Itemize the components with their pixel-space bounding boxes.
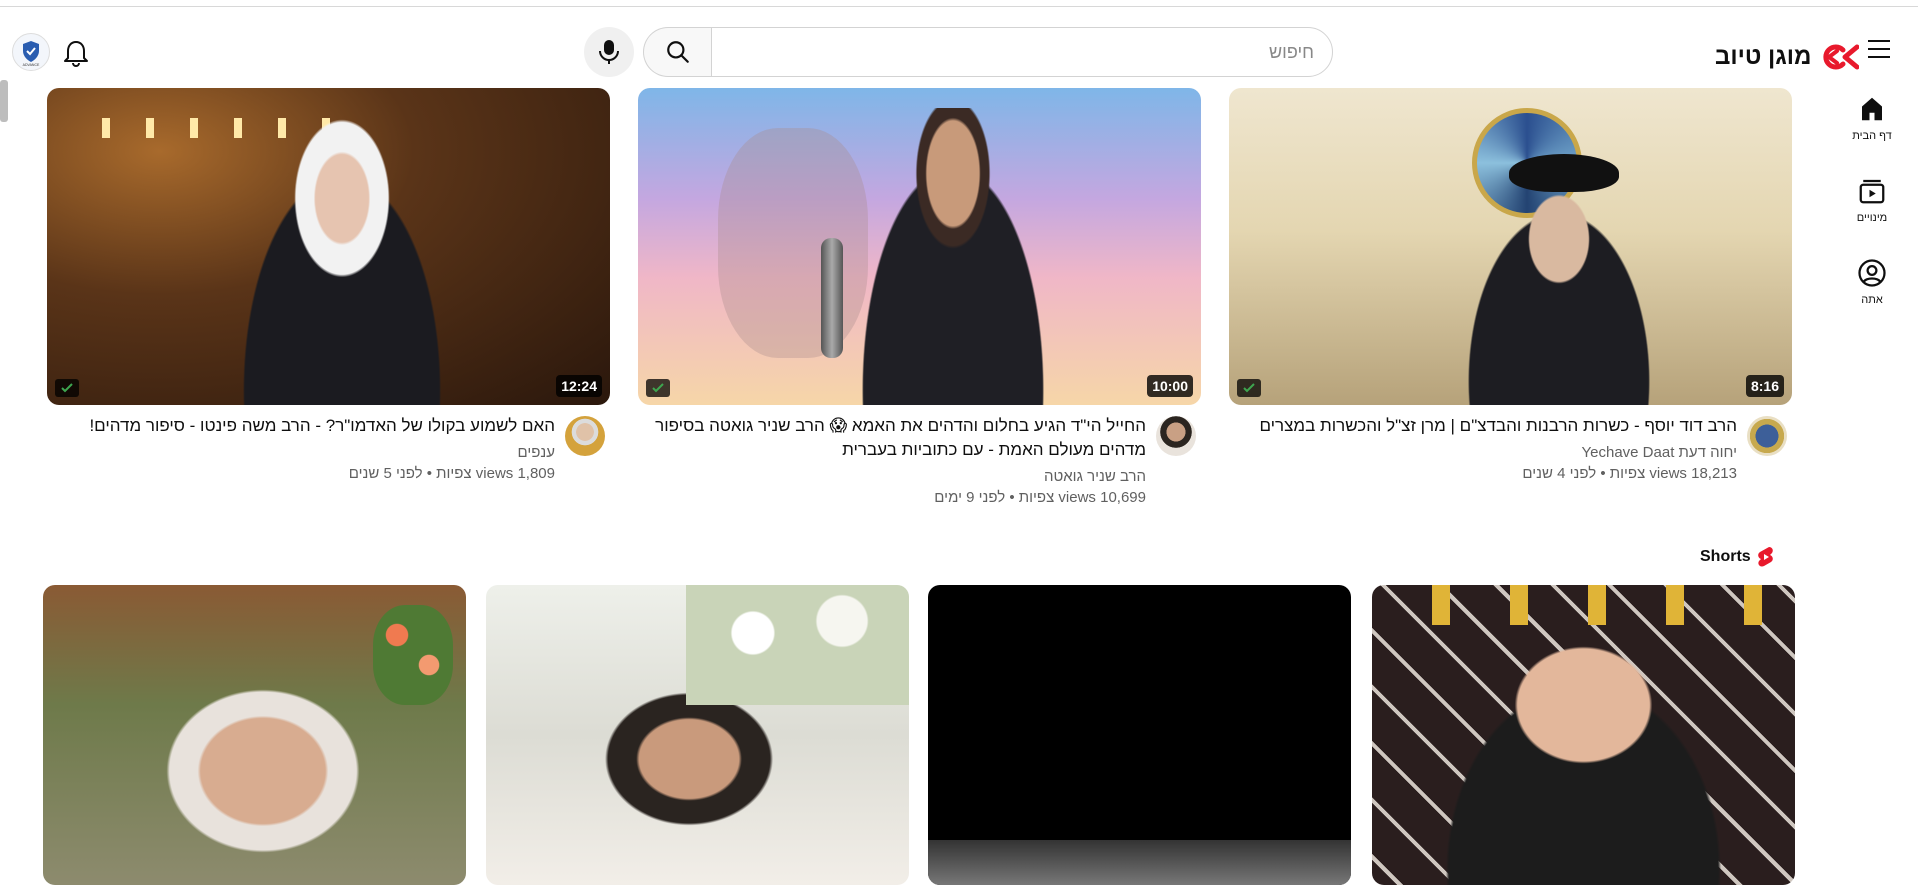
shield-icon: ADVANCE <box>23 41 40 67</box>
video-thumbnail[interactable]: 10:00 <box>638 88 1201 405</box>
microphone-shape <box>821 238 843 358</box>
video-title[interactable]: האם לשמוע בקולו של האדמו"ר? - הרב משה פי… <box>47 414 555 438</box>
video-duration: 8:16 <box>1745 375 1784 397</box>
thumbnail-person <box>1444 168 1674 405</box>
video-meta: האם לשמוע בקולו של האדמו"ר? - הרב משה פי… <box>47 414 555 482</box>
fringe-decoration <box>1372 585 1795 625</box>
video-title[interactable]: הרב דוד יוסף - כשרות הרבנות והבדצ"ם | מר… <box>1229 414 1737 438</box>
channel-name[interactable]: ענפים <box>47 444 556 461</box>
account-icon <box>1858 259 1886 287</box>
verified-badge <box>646 379 670 397</box>
channel-name[interactable]: הרב שניר גואטה <box>638 468 1146 485</box>
short-thumbnail[interactable] <box>928 585 1351 885</box>
masthead: מוגן טיוב ADVA <box>0 7 1918 81</box>
channel-avatar[interactable] <box>1156 416 1196 456</box>
video-meta: החייל הי"ד הגיע בחלום והדהים את האמא 😱 ה… <box>638 414 1146 506</box>
scrollbar-thumb[interactable] <box>0 80 8 122</box>
video-stats: 10,699 views צפיות • לפני 9 ימים <box>934 489 1146 506</box>
channel-avatar[interactable] <box>565 416 605 456</box>
channel-name[interactable]: יחוה דעת Yechave Daat <box>1229 444 1737 461</box>
shorts-icon <box>1757 547 1773 567</box>
check-icon <box>1243 383 1255 393</box>
logo[interactable]: מוגן טיוב <box>1715 39 1860 75</box>
shorts-label: Shorts <box>1700 548 1751 565</box>
thumbnail-person <box>838 108 1068 405</box>
check-icon <box>61 383 73 393</box>
hat-shape <box>1509 154 1619 192</box>
short-thumbnail[interactable] <box>43 585 466 885</box>
video-title[interactable]: החייל הי"ד הגיע בחלום והדהים את האמא 😱 ה… <box>638 414 1146 462</box>
short-thumbnail[interactable] <box>486 585 909 885</box>
logo-text: מוגן טיוב <box>1715 43 1812 70</box>
thumbnail-person <box>217 118 467 405</box>
short-inner-image <box>928 840 1351 885</box>
channel-avatar[interactable] <box>1747 416 1787 456</box>
video-stats: 1,809 views צפיות • לפני 5 שנים <box>348 465 555 482</box>
mini-guide: דף הבית מינויים אתה <box>1826 88 1918 334</box>
sidebar-item-you[interactable]: אתה <box>1826 252 1918 334</box>
shorts-heading: Shorts <box>1700 546 1775 568</box>
avatar-badge-text: ADVANCE <box>23 63 40 67</box>
check-icon <box>652 383 664 393</box>
sidebar-item-label: מינויים <box>1856 212 1888 224</box>
microphone-icon <box>599 40 619 64</box>
search-input[interactable] <box>711 27 1333 77</box>
account-avatar[interactable]: ADVANCE <box>12 33 50 71</box>
notifications-button[interactable] <box>58 35 94 71</box>
sidebar-item-home[interactable]: דף הבית <box>1826 88 1918 170</box>
home-icon <box>1862 97 1882 121</box>
video-duration: 12:24 <box>556 375 602 397</box>
flowers-decoration <box>373 605 453 705</box>
search-box <box>643 27 1333 77</box>
voice-search-button[interactable] <box>584 27 634 77</box>
sidebar-item-subscriptions[interactable]: מינויים <box>1826 170 1918 252</box>
sidebar-item-label: דף הבית <box>1852 130 1892 142</box>
verified-badge <box>1237 379 1261 397</box>
verified-badge <box>55 379 79 397</box>
video-meta: הרב דוד יוסף - כשרות הרבנות והבדצ"ם | מר… <box>1229 414 1737 482</box>
menu-button[interactable] <box>1866 37 1894 61</box>
video-duration: 10:00 <box>1147 375 1193 397</box>
bell-icon <box>64 41 88 67</box>
logo-icon <box>1823 44 1860 70</box>
video-thumbnail[interactable]: 12:24 <box>47 88 610 405</box>
video-stats: 18,213 views צפיות • לפני 4 שנים <box>1522 465 1737 482</box>
sidebar-item-label: אתה <box>1861 294 1883 306</box>
video-thumbnail[interactable]: 8:16 <box>1229 88 1792 405</box>
search-button[interactable] <box>643 27 711 77</box>
flowers-decoration <box>686 585 909 705</box>
short-thumbnail[interactable] <box>1372 585 1795 885</box>
subscriptions-icon <box>1859 179 1885 204</box>
search-icon <box>666 41 689 63</box>
